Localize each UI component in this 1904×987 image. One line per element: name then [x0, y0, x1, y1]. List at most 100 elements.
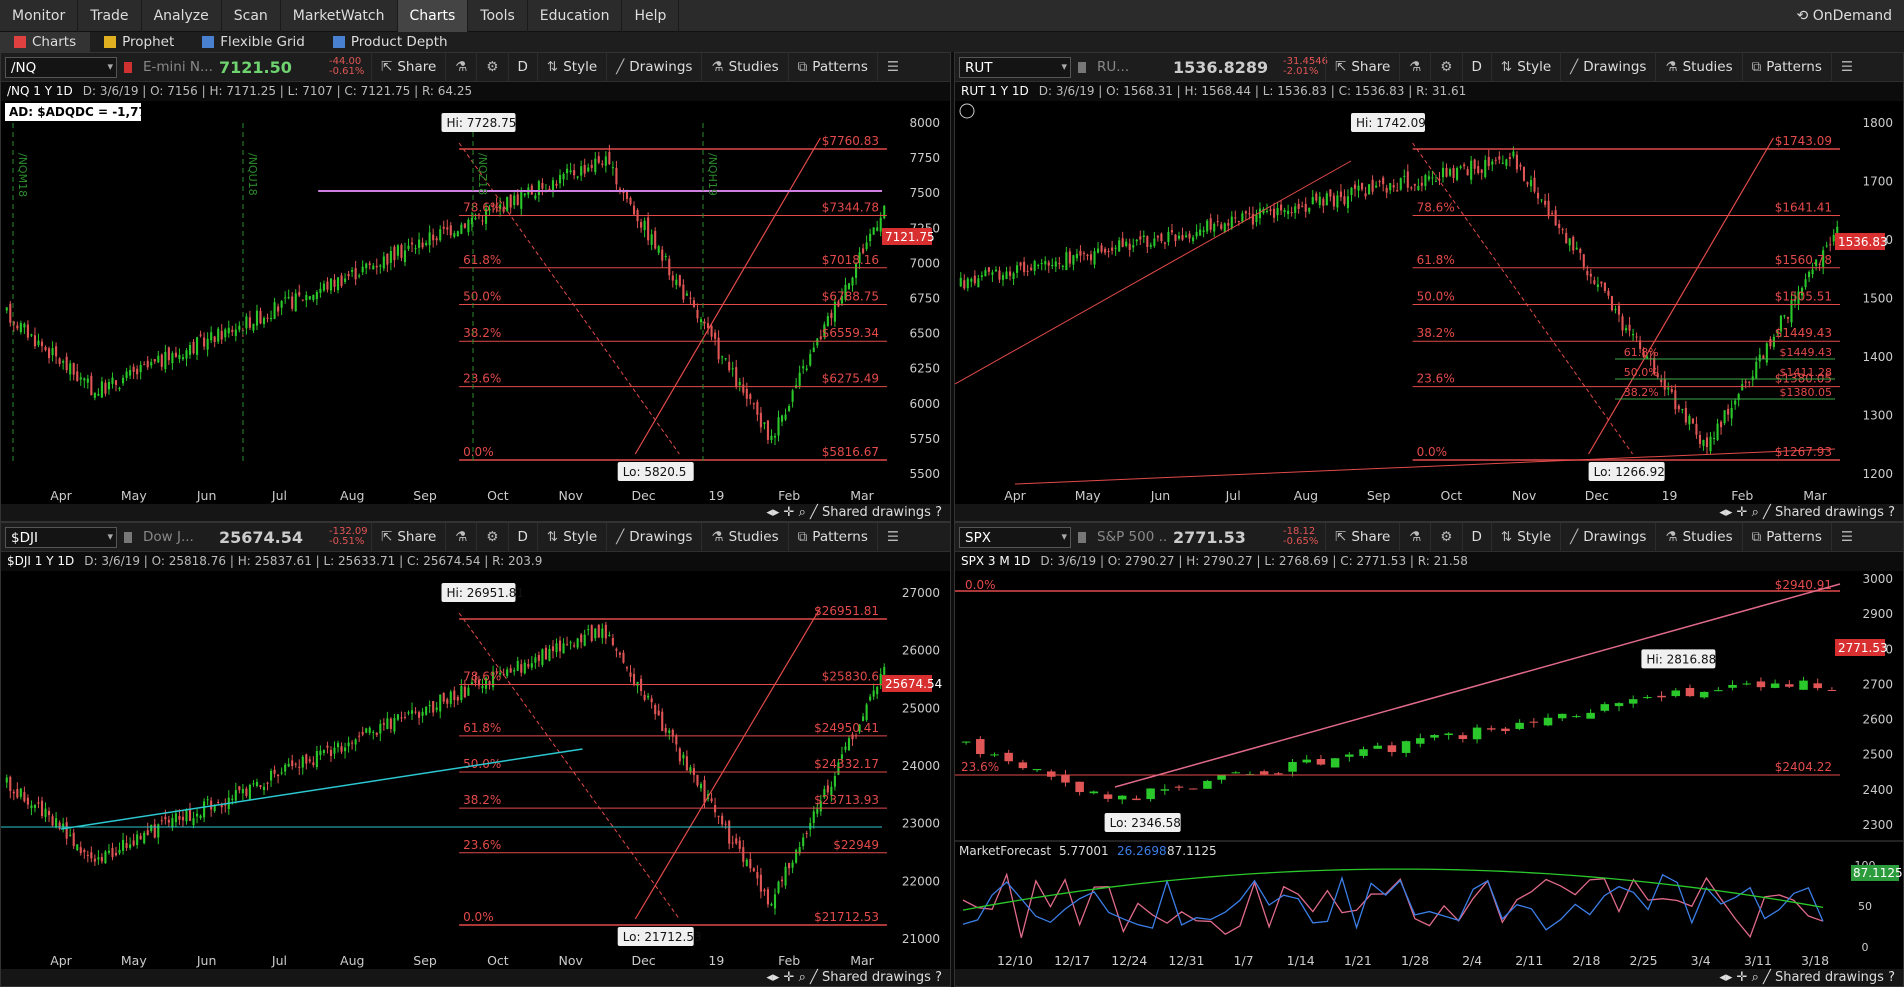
candle-body [379, 265, 382, 267]
candle-body [1699, 691, 1709, 698]
shared-drawings-link[interactable]: Shared drawings [1775, 970, 1884, 985]
candle-body [262, 317, 266, 325]
shared-drawings-link[interactable]: Shared drawings [822, 505, 931, 520]
drawings-button[interactable]: ╱ Drawings [606, 53, 701, 82]
link-icon[interactable] [123, 61, 133, 74]
net-change: -31.4546 -2.01% [1283, 56, 1328, 77]
share-button[interactable]: ⇱ Share [371, 523, 445, 552]
price-chart[interactable]: 3000290028002700260025002400230012/1012/… [955, 571, 1904, 971]
period-button[interactable]: D [507, 523, 537, 552]
help-icon[interactable]: ? [1888, 505, 1895, 520]
candle-body [597, 624, 600, 638]
candle-body [1769, 338, 1772, 347]
menu-button[interactable]: ☰ [876, 53, 908, 82]
price-chart[interactable]: 8000775075007250700067506500625060005750… [1, 101, 951, 506]
menu-analyze[interactable]: Analyze [142, 0, 222, 32]
period-button[interactable]: D [1461, 53, 1491, 82]
fib-price-label: $1267.93 [1775, 445, 1832, 459]
menu-trade[interactable]: Trade [78, 0, 142, 32]
zoom-controls[interactable]: ◂▸ ✛ ⌕ ╱ [1719, 505, 1775, 520]
share-icon: ⇱ [1335, 529, 1347, 545]
help-icon[interactable]: ? [1888, 970, 1895, 985]
drawings-button[interactable]: ╱ Drawings [1560, 523, 1655, 552]
style-button[interactable]: ⇅ Style [1490, 53, 1560, 82]
settings-button[interactable]: ⚙ [476, 523, 507, 552]
shared-drawings-link[interactable]: Shared drawings [1775, 505, 1884, 520]
symbol-input[interactable]: $DJI [5, 526, 117, 548]
share-button[interactable]: ⇱ Share [371, 53, 445, 82]
drawings-button[interactable]: ╱ Drawings [606, 523, 701, 552]
studies-button[interactable]: ⚗ Studies [1655, 53, 1741, 82]
style-button[interactable]: ⇅ Style [536, 523, 606, 552]
patterns-button[interactable]: ⧉ Patterns [787, 53, 877, 82]
candle-body [1259, 771, 1269, 775]
menu-tools[interactable]: Tools [468, 0, 528, 32]
candle-body [629, 672, 632, 677]
main-menu: Monitor Trade Analyze Scan MarketWatch Charts… [0, 0, 1904, 32]
flask-button[interactable]: ⚗ [445, 523, 476, 552]
drawings-button[interactable]: ╱ Drawings [1560, 53, 1655, 82]
flask-button[interactable]: ⚗ [1399, 53, 1430, 82]
flask-icon: ⚗ [711, 59, 724, 75]
menu-education[interactable]: Education [528, 0, 623, 32]
pencil-icon: ╱ [1570, 59, 1579, 75]
share-button[interactable]: ⇱ Share [1325, 523, 1399, 552]
zoom-controls[interactable]: ◂▸ ✛ ⌕ ╱ [1719, 970, 1775, 985]
link-icon[interactable] [1077, 531, 1087, 544]
studies-button[interactable]: ⚗ Studies [701, 53, 787, 82]
help-icon[interactable]: ? [935, 505, 942, 520]
candle-body [1364, 193, 1367, 197]
settings-button[interactable]: ⚙ [476, 53, 507, 82]
price-chart[interactable]: 27000 26000 25000 24000 23000 22000 21000 Apr Ma… [1, 571, 951, 971]
patterns-button[interactable]: ⧉ Patterns [787, 523, 877, 552]
price-tag: 2771.53 [1838, 641, 1888, 655]
subtab-flexible-grid[interactable]: Flexible Grid [188, 32, 319, 52]
share-button[interactable]: ⇱ Share [1325, 53, 1399, 82]
menu-monitor[interactable]: Monitor [0, 0, 79, 32]
flask-button[interactable]: ⚗ [1399, 523, 1430, 552]
symbol-input[interactable]: /NQ [5, 56, 117, 78]
style-button[interactable]: ⇅ Style [536, 53, 606, 82]
fib-level-label: 23.6% [463, 838, 501, 852]
candle-body [315, 292, 318, 300]
shared-drawings-link[interactable]: Shared drawings [822, 970, 931, 985]
settings-button[interactable]: ⚙ [1430, 53, 1461, 82]
flask-button[interactable]: ⚗ [445, 53, 476, 82]
candle-body [1121, 238, 1124, 247]
patterns-icon: ⧉ [797, 529, 808, 545]
help-icon[interactable]: ? [935, 970, 942, 985]
style-button[interactable]: ⇅ Style [1490, 523, 1560, 552]
ondemand-button[interactable]: ⟲ OnDemand [1797, 0, 1892, 32]
candle-body [107, 381, 111, 390]
menu-scan[interactable]: Scan [222, 0, 281, 32]
price-chart[interactable]: 1800170016001500140013001200AprMayJunJul… [955, 101, 1904, 506]
symbol-input[interactable]: RUT [959, 56, 1071, 78]
subtab-charts[interactable]: Charts [0, 32, 91, 52]
period-button[interactable]: D [1461, 523, 1491, 552]
symbol-input[interactable]: SPX [959, 526, 1071, 548]
link-icon[interactable] [1077, 61, 1087, 74]
menu-marketwatch[interactable]: MarketWatch [281, 0, 398, 32]
subtab-product-depth[interactable]: Product Depth [319, 32, 462, 52]
patterns-button[interactable]: ⧉ Patterns [1741, 53, 1831, 82]
period-button[interactable]: D [507, 53, 537, 82]
zoom-controls[interactable]: ◂▸ ✛ ⌕ ╱ [766, 505, 822, 520]
candle-body [365, 728, 368, 733]
candle-body [998, 270, 1001, 280]
link-icon[interactable] [123, 531, 133, 544]
menu-button[interactable]: ☰ [1830, 523, 1862, 552]
menu-charts[interactable]: Charts [397, 0, 469, 32]
candle-body [1132, 798, 1141, 801]
menu-button[interactable]: ☰ [1830, 53, 1862, 82]
menu-help[interactable]: Help [622, 0, 680, 32]
subtab-prophet[interactable]: Prophet [90, 32, 188, 52]
menu-button[interactable]: ☰ [876, 523, 908, 552]
zoom-controls[interactable]: ◂▸ ✛ ⌕ ╱ [766, 970, 822, 985]
candle-body [1399, 178, 1402, 190]
candle-body [33, 804, 37, 808]
studies-button[interactable]: ⚗ Studies [1655, 523, 1741, 552]
candle-body [752, 868, 755, 872]
settings-button[interactable]: ⚙ [1430, 523, 1461, 552]
patterns-button[interactable]: ⧉ Patterns [1741, 523, 1831, 552]
studies-button[interactable]: ⚗ Studies [701, 523, 787, 552]
